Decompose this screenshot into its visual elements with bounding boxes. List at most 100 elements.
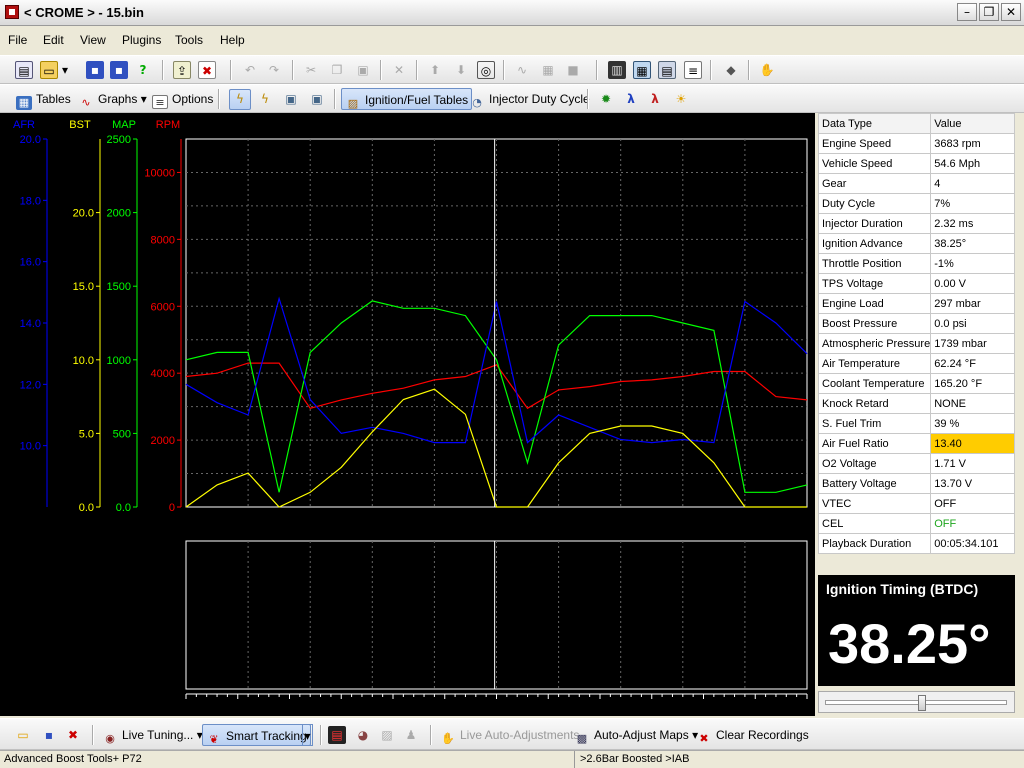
table-row[interactable]: O2 Voltage 1.71 V <box>817 453 1015 474</box>
table-row[interactable]: Vehicle Speed 54.6 Mph <box>817 153 1015 174</box>
table-row[interactable]: Coolant Temperature 165.20 °F <box>817 373 1015 394</box>
menu-file[interactable]: File <box>8 33 27 47</box>
table-row[interactable]: Throttle Position -1% <box>817 253 1015 274</box>
table-row[interactable]: Engine Load 297 mbar <box>817 293 1015 314</box>
sensor-2-icon[interactable]: ▣ <box>308 90 326 108</box>
table-row[interactable]: Duty Cycle 7% <box>817 193 1015 214</box>
header-data-type[interactable]: Data Type <box>817 113 932 134</box>
row-value-knock-retard: NONE <box>930 393 1015 414</box>
playback-slider-track[interactable] <box>825 700 1007 705</box>
save-log-icon[interactable]: ▪ <box>40 726 58 744</box>
table-row[interactable]: VTEC OFF <box>817 493 1015 514</box>
row-label-throttle-position: Throttle Position <box>817 253 932 274</box>
table-row[interactable]: Engine Speed 3683 rpm <box>817 133 1015 154</box>
smart-tracking-dropdown-icon[interactable]: ▾ <box>302 724 313 746</box>
table-row[interactable]: Atmospheric Pressure 1739 mbar <box>817 333 1015 354</box>
table-row[interactable]: Gear 4 <box>817 173 1015 194</box>
map-view-icon[interactable]: ▤ <box>658 61 676 79</box>
datalog-graph[interactable]: AFR 20.0 18.0 16.0 14.0 12.0 10.0 BST 20.0 15.0 10… <box>0 113 815 716</box>
upload-icon[interactable]: ⇪ <box>173 61 191 79</box>
datalog-chart[interactable]: AFR 20.0 18.0 16.0 14.0 12.0 10.0 BST 20.0 15.0 10… <box>0 113 815 716</box>
close-button[interactable]: ✕ <box>1001 3 1021 21</box>
playback-slider[interactable] <box>818 691 1015 713</box>
live-auto-adjustments-button[interactable]: ✋ Live Auto-Adjustments <box>440 724 579 746</box>
lightning-2-icon[interactable]: ϟ <box>256 90 274 108</box>
redo-icon[interactable]: ↷ <box>265 61 283 79</box>
table-row[interactable]: Injector Duration 2.32 ms <box>817 213 1015 234</box>
table-row[interactable]: TPS Voltage 0.00 V <box>817 273 1015 294</box>
graphs-dropdown-icon[interactable]: ▾ <box>141 92 147 106</box>
new-file-icon[interactable]: ▤ <box>15 61 33 79</box>
table-row[interactable]: Ignition Advance 38.25° <box>817 233 1015 254</box>
sensor-1-icon[interactable]: ▣ <box>282 90 300 108</box>
interpolate-icon[interactable]: ∿ <box>513 61 531 79</box>
injector-duty-cycle-button[interactable]: ◔ Injector Duty Cycle <box>469 88 590 110</box>
paste-icon[interactable]: ▣ <box>354 61 372 79</box>
table-row[interactable]: Battery Voltage 13.70 V <box>817 473 1015 494</box>
save-help-icon[interactable]: ? <box>134 61 152 79</box>
table-row[interactable]: Knock Retard NONE <box>817 393 1015 414</box>
tick-label-afr: 16.0 <box>20 257 41 269</box>
close-file-icon[interactable]: ✖ <box>198 61 216 79</box>
export-icon[interactable]: ▨ <box>378 726 396 744</box>
open-log-icon[interactable]: ▭ <box>14 726 32 744</box>
smart-tracking-button[interactable]: ❦ Smart Tracking <box>202 724 311 746</box>
header-value[interactable]: Value <box>930 113 1015 134</box>
smooth-icon[interactable]: ▦ <box>539 61 557 79</box>
save-as-icon[interactable]: ▪ <box>110 61 128 79</box>
lambda-off-icon[interactable]: λ <box>646 90 664 108</box>
lambda-icon[interactable]: λ <box>622 90 640 108</box>
hand-icon[interactable]: ✋ <box>758 61 776 79</box>
eraser-icon[interactable]: ◆ <box>722 61 740 79</box>
decrease-icon[interactable]: ⬇ <box>452 61 470 79</box>
gauge-icon: ◔ <box>472 96 482 109</box>
app-icon[interactable] <box>5 5 19 19</box>
ignition-fuel-tables-button[interactable]: ▨ Ignition/Fuel Tables <box>341 88 473 110</box>
table-row[interactable]: S. Fuel Trim 39 % <box>817 413 1015 434</box>
table-row[interactable]: Playback Duration 00:05:34.101 <box>817 533 1015 554</box>
toolbar-separator <box>710 60 712 80</box>
tick-label-map: 500 <box>113 428 131 440</box>
options-button[interactable]: ≡ Options <box>152 88 213 110</box>
menu-help[interactable]: Help <box>220 33 245 47</box>
lightning-1-icon[interactable]: ϟ <box>229 89 251 110</box>
table-row[interactable]: Air Temperature 62.24 °F <box>817 353 1015 374</box>
cut-icon[interactable]: ✂ <box>302 61 320 79</box>
table-row[interactable]: Air Fuel Ratio 13.40 <box>817 433 1015 454</box>
increase-icon[interactable]: ⬆ <box>426 61 444 79</box>
set-value-icon[interactable]: ◎ <box>477 61 495 79</box>
menu-tools[interactable]: Tools <box>175 33 203 47</box>
flask-icon[interactable]: ♟ <box>402 726 420 744</box>
tick-label-afr: 20.0 <box>20 134 41 146</box>
notes-icon[interactable]: ≡ <box>684 61 702 79</box>
open-dropdown-icon[interactable]: ▾ <box>60 61 70 79</box>
chip-icon[interactable]: ▥ <box>608 61 626 79</box>
save-icon[interactable]: ▪ <box>86 61 104 79</box>
table-row[interactable]: CEL OFF <box>817 513 1015 534</box>
clear-icon[interactable]: ✕ <box>390 61 408 79</box>
sun-icon[interactable]: ☀ <box>672 90 690 108</box>
fill-icon[interactable]: ■ <box>564 61 582 79</box>
minimize-button[interactable]: – <box>957 3 977 21</box>
playback-slider-thumb[interactable] <box>918 695 927 711</box>
tick-label-afr: 14.0 <box>20 318 41 330</box>
graphs-button[interactable]: ∿ Graphs ▾ <box>78 88 147 110</box>
engine-icon[interactable]: ✹ <box>597 90 615 108</box>
clear-recordings-label: Clear Recordings <box>716 728 809 742</box>
restore-button[interactable]: ❐ <box>979 3 999 21</box>
undo-icon[interactable]: ↶ <box>241 61 259 79</box>
menu-edit[interactable]: Edit <box>43 33 64 47</box>
auto-adjust-maps-button[interactable]: ▩ Auto-Adjust Maps ▾ <box>574 724 698 746</box>
live-tuning-button[interactable]: ◉ Live Tuning... ▾ <box>102 724 203 746</box>
copy-icon[interactable]: ❐ <box>328 61 346 79</box>
close-log-icon[interactable]: ✖ <box>64 726 82 744</box>
monitor-icon[interactable]: ▤ <box>328 726 346 744</box>
table-compare-icon[interactable]: ▦ <box>633 61 651 79</box>
gauge-icon[interactable]: ◕ <box>354 726 372 744</box>
table-row[interactable]: Boost Pressure 0.0 psi <box>817 313 1015 334</box>
tables-button[interactable]: ▦ Tables <box>16 88 71 110</box>
open-folder-icon[interactable]: ▭ <box>40 61 58 79</box>
menu-view[interactable]: View <box>80 33 106 47</box>
menu-plugins[interactable]: Plugins <box>122 33 161 47</box>
clear-recordings-button[interactable]: ✖ Clear Recordings <box>696 724 809 746</box>
